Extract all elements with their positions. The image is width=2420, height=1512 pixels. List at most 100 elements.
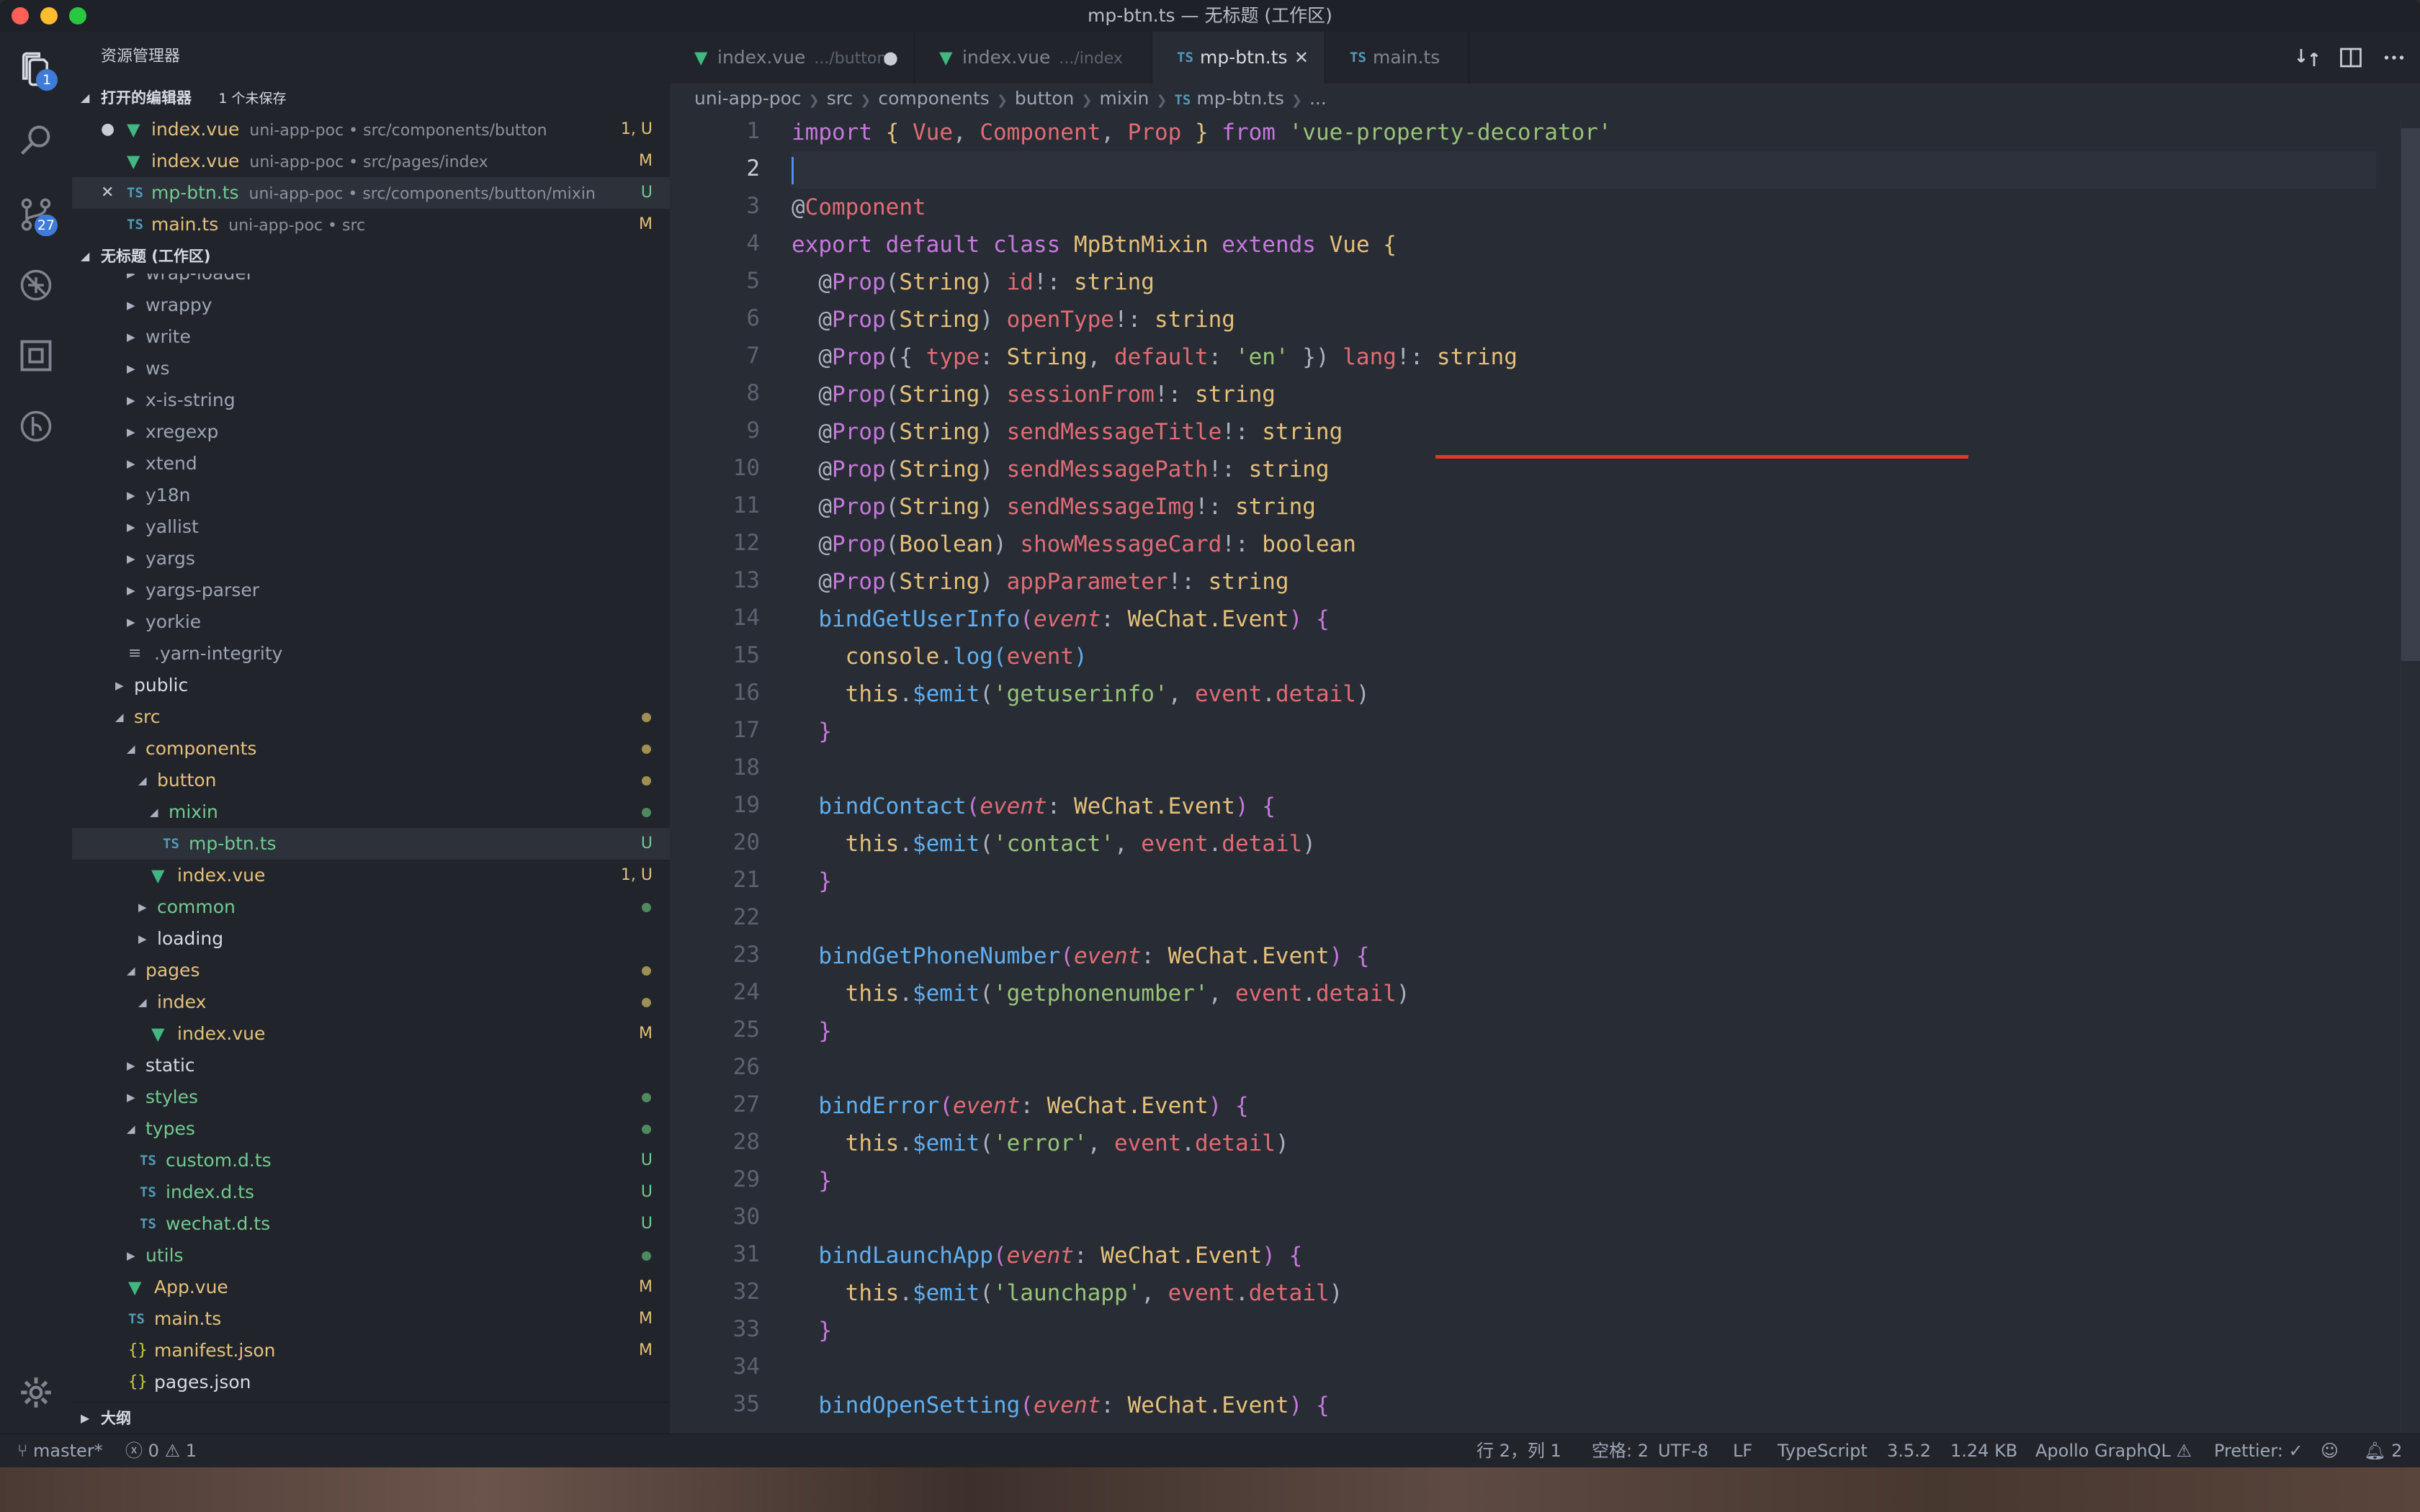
tree-item[interactable]: ▼ App.vue M [72,1272,670,1303]
code-line[interactable] [792,750,2376,788]
tree-item[interactable]: TS main.ts M [72,1303,670,1335]
tree-item[interactable]: ▶ wrappy [72,289,670,321]
tree-item[interactable]: ◢ types [72,1113,670,1145]
tree-item[interactable]: ▼ index.vue M [72,1018,670,1050]
cursor-position[interactable]: 行 2，列 1 [1476,1434,1561,1467]
tree-item[interactable]: ▶ static [72,1050,670,1081]
close-icon[interactable]: ✕ [101,177,114,209]
close-window-button[interactable] [12,7,29,24]
tree-item[interactable]: {} pages.json [72,1367,670,1398]
workspace-header[interactable]: ◢ 无标题 (工作区) [72,240,670,272]
tree-item[interactable]: ▶ write [72,321,670,353]
unsaved-dot-icon[interactable]: ● [883,32,898,84]
tree-item[interactable]: ▶ xtend [72,448,670,480]
zoom-window-button[interactable] [69,7,86,24]
breadcrumb-item[interactable]: mp-btn.ts [1196,88,1284,109]
code-line[interactable]: bindOpenSetting(event: WeChat.Event) { [792,1387,2376,1424]
tree-item[interactable]: ▶ public [72,670,670,701]
open-editor-item[interactable]: ✕ TS mp-btn.ts uni-app-poc • src/components… [72,177,670,209]
code-line[interactable] [792,1349,2376,1387]
tab-mp-btn-ts[interactable]: TS mp-btn.ts ✕ [1152,32,1325,84]
tree-item[interactable]: ▶ y18n [72,480,670,511]
code-line[interactable]: @Prop(String) id!: string [792,264,2376,301]
breadcrumb-item[interactable]: src [827,88,853,109]
open-editor-item[interactable]: TS main.ts uni-app-poc • src M [72,209,670,240]
scrollbar-thumb[interactable] [2401,128,2420,661]
notifications-status[interactable]: 🔔︎ 2 [2364,1434,2402,1467]
ts-version[interactable]: 3.5.2 [1887,1434,1931,1467]
code-editor[interactable]: 1 2 3 4 5 6 7 8 9 10 11 12 13 14 15 16 17 18 19 20 21 22 23 24 2… [670,114,2420,1434]
code-line[interactable]: bindLaunchApp(event: WeChat.Event) { [792,1237,2376,1274]
tree-item[interactable]: TS mp-btn.ts U [72,828,670,860]
close-icon[interactable]: ✕ [1294,32,1309,84]
tree-item[interactable]: ▶ ws [72,353,670,384]
language-mode[interactable]: TypeScript [1778,1434,1868,1467]
open-changes-icon[interactable] [2295,45,2321,71]
tree-item[interactable]: ▶ yargs-parser [72,575,670,606]
extensions-button[interactable] [13,333,59,379]
tree-item[interactable]: ▼ index.vue 1, U [72,860,670,891]
code-line[interactable]: } [792,1162,2376,1200]
code-line[interactable]: } [792,713,2376,750]
open-editor-item[interactable]: ● ▼ index.vue uni-app-poc • src/components/… [72,114,670,145]
tree-item[interactable]: ▶ yargs [72,543,670,575]
open-editor-item[interactable]: ▼ index.vue uni-app-poc • src/pages/index M [72,145,670,177]
breadcrumb-item[interactable]: mixin [1099,88,1149,109]
indentation-status[interactable]: 空格: 2 [1592,1434,1649,1467]
tree-item[interactable]: ▶ common [72,891,670,923]
tree-item[interactable]: ▶ utils [72,1240,670,1272]
tab-index-vue[interactable]: ▼ index.vue .../button ● [670,32,915,84]
tree-item[interactable]: ◢ src [72,701,670,733]
code-line[interactable]: this.$emit('launchapp', event.detail) [792,1274,2376,1312]
outline-header[interactable]: ▶ 大纲 [72,1402,670,1434]
code-line[interactable]: } [792,863,2376,900]
more-actions-icon[interactable] [2381,45,2407,71]
tab-index-vue[interactable]: ▼ index.vue .../index [915,32,1152,84]
tree-item[interactable]: ▶ yorkie [72,606,670,638]
code-line[interactable]: this.$emit('error', event.detail) [792,1125,2376,1162]
breadcrumb-item[interactable]: button [1015,88,1074,109]
code-line[interactable] [792,900,2376,937]
encoding-status[interactable]: UTF-8 [1658,1434,1708,1467]
code-line[interactable]: } [792,1012,2376,1050]
debug-button[interactable] [13,262,59,308]
breadcrumb-item[interactable]: uni-app-poc [694,88,802,109]
code-line[interactable]: @Component [792,189,2376,226]
feedback-smiley-icon[interactable]: ☺ [2321,1434,2339,1467]
code-line[interactable]: bindError(event: WeChat.Event) { [792,1087,2376,1125]
code-line[interactable]: @Prop(String) openType!: string [792,301,2376,338]
source-control-button[interactable]: 27 [13,192,59,238]
tree-item[interactable]: ◢ components [72,733,670,765]
tree-item[interactable]: TS custom.d.ts U [72,1145,670,1176]
code-line[interactable]: @Prop({ type: String, default: 'en' }) l… [792,338,2376,376]
code-line[interactable]: console.log(event) [792,638,2376,675]
tree-item[interactable]: {} manifest.json M [72,1335,670,1367]
code-line[interactable]: bindContact(event: WeChat.Event) { [792,788,2376,825]
code-line[interactable]: bindGetPhoneNumber(event: WeChat.Event) … [792,937,2376,975]
tree-item[interactable]: ◢ pages [72,955,670,986]
breadcrumb-item[interactable]: ... [1309,88,1327,109]
code-line[interactable]: this.$emit('getuserinfo', event.detail) [792,675,2376,713]
code-line[interactable]: import { Vue, Component, Prop } from 'vu… [792,114,2376,151]
split-editor-icon[interactable] [2338,45,2364,71]
gitlens-button[interactable] [13,403,59,449]
settings-button[interactable] [13,1369,59,1416]
tree-item[interactable]: ▶ x-is-string [72,384,670,416]
explorer-button[interactable]: 1 [13,46,59,92]
code-line[interactable]: @Prop(String) sendMessageImg!: string [792,488,2376,526]
code-line[interactable] [792,1050,2376,1087]
code-line[interactable]: export default class MpBtnMixin extends … [792,226,2376,264]
tree-item[interactable]: ◢ index [72,986,670,1018]
code-line[interactable]: @Prop(String) sessionFrom!: string [792,376,2376,413]
code-line[interactable]: bindGetUserInfo(event: WeChat.Event) { [792,600,2376,638]
tree-item[interactable]: ▶ yallist [72,511,670,543]
search-button[interactable] [13,118,59,164]
code-line[interactable]: @Prop(String) appParameter!: string [792,563,2376,600]
tree-item[interactable]: TS index.d.ts U [72,1176,670,1208]
tree-item[interactable]: ▶ wrap-loader [72,274,670,289]
tree-item[interactable]: ▶ styles [72,1081,670,1113]
problems-status[interactable]: ⓧ 0 ⚠ 1 [125,1434,197,1467]
apollo-status[interactable]: Apollo GraphQL ⚠ [2035,1434,2192,1467]
code-area[interactable]: import { Vue, Component, Prop } from 'vu… [792,114,2398,1434]
branch-status[interactable]: ⑂ master* [17,1434,103,1467]
